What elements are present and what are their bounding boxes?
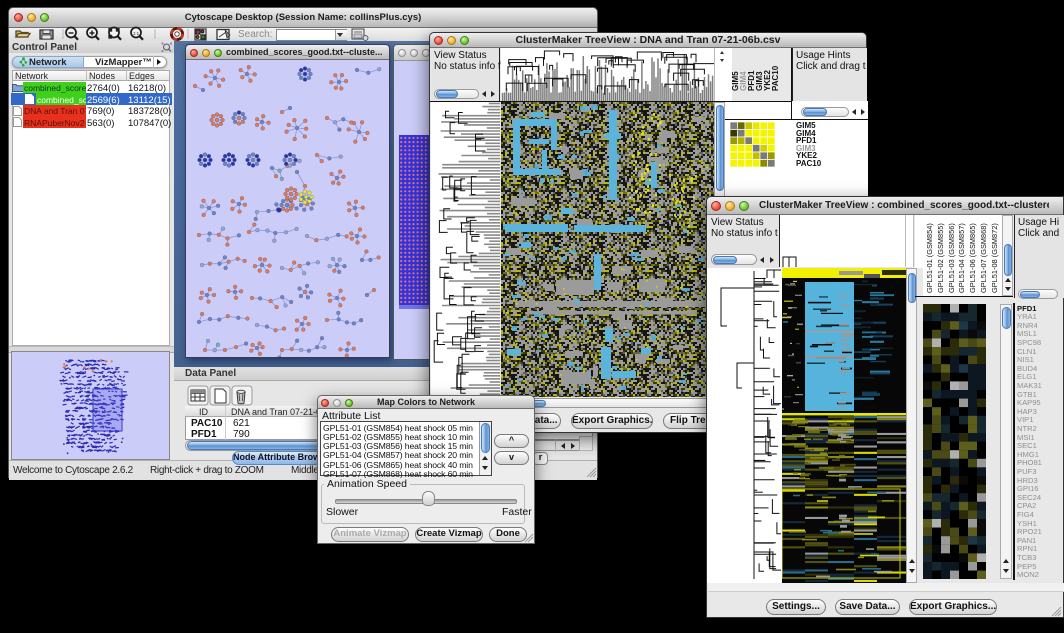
- svg-text:1:1: 1:1: [133, 31, 140, 36]
- svg-text:Search:: Search:: [238, 29, 272, 40]
